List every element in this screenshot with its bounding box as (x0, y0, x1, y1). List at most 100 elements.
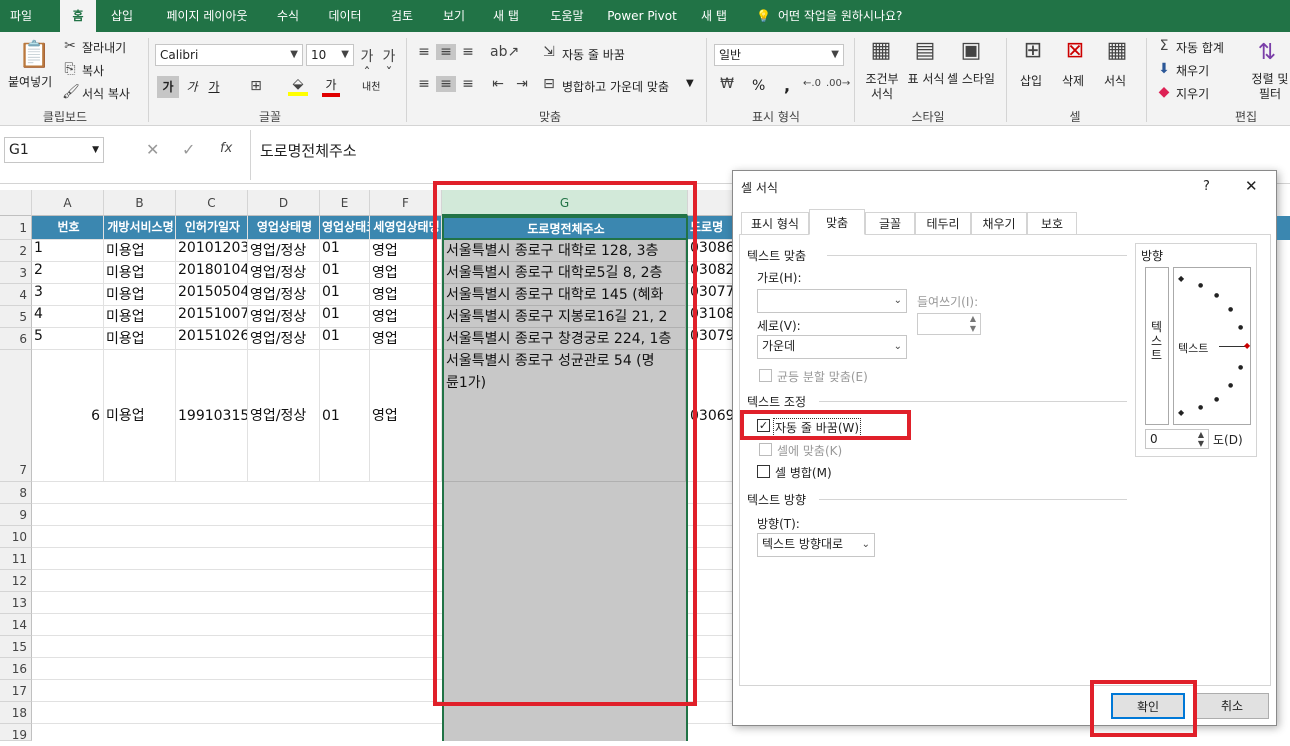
chevron-down-icon[interactable]: ▼ (686, 78, 694, 89)
empty-cells[interactable] (32, 482, 442, 741)
row-header[interactable]: 1 (0, 216, 32, 240)
phonetic-button[interactable]: 내천 (362, 78, 380, 93)
italic-button[interactable]: 가 (182, 76, 202, 98)
row-header[interactable]: 10 (0, 526, 32, 548)
font-size-combo[interactable]: 10 ▼ (306, 44, 354, 66)
table-cell[interactable]: 2 (32, 262, 104, 284)
cancel-formula-icon[interactable]: ✕ (146, 140, 159, 159)
tab-number[interactable]: 표시 형식 (741, 212, 809, 234)
indent-spinner[interactable]: ▲ ▼ (917, 313, 981, 335)
table-cell[interactable]: 4 (32, 306, 104, 328)
fill-button[interactable]: 채우기 (1176, 62, 1209, 79)
direction-select[interactable]: 텍스트 방향대로 ⌄ (757, 533, 875, 557)
cell-style-button[interactable]: 셀 스타일 (946, 72, 996, 87)
table-cell[interactable]: 01 (320, 306, 370, 328)
border-icon[interactable]: ⊞ (246, 78, 266, 94)
table-cell[interactable]: 미용업 (104, 306, 176, 328)
table-cell[interactable]: 영업/정상 (248, 240, 320, 262)
format-painter-button[interactable]: 서식 복사 (82, 85, 130, 102)
table-cell[interactable]: 20150504 (176, 284, 248, 306)
tab-formulas[interactable]: 수식 (270, 0, 306, 32)
enter-formula-icon[interactable]: ✓ (182, 140, 195, 159)
font-name-combo[interactable]: Calibri ▼ (155, 44, 303, 66)
shrink-font-icon[interactable]: 가ˇ (380, 46, 398, 82)
table-cell[interactable]: 영업 (370, 262, 442, 284)
align-top-icon[interactable]: ≡ (414, 44, 434, 60)
row-header[interactable]: 12 (0, 570, 32, 592)
degrees-spinner[interactable]: 0 ▲ ▼ (1145, 429, 1209, 449)
tab-data[interactable]: 데이터 (320, 0, 370, 32)
table-cell[interactable]: 영업/정상 (248, 328, 320, 350)
table-cell[interactable]: 영업 (370, 328, 442, 350)
row-header[interactable]: 11 (0, 548, 32, 570)
close-button[interactable]: ✕ (1245, 177, 1258, 195)
table-cell[interactable]: 01 (320, 262, 370, 284)
horizontal-select[interactable]: ⌄ (757, 289, 907, 313)
table-cell[interactable]: 영업/정상 (248, 306, 320, 328)
table-cell[interactable]: 20151026 (176, 328, 248, 350)
table-cell[interactable]: 3 (32, 284, 104, 306)
number-format-combo[interactable]: 일반 ▼ (714, 44, 844, 66)
header-cell[interactable]: 인허가일자 (176, 216, 248, 240)
table-cell[interactable]: 1 (32, 240, 104, 262)
column-header-d[interactable]: D (248, 190, 320, 216)
row-header[interactable]: 7 (0, 350, 32, 482)
copy-button[interactable]: 복사 (82, 62, 104, 79)
header-cell[interactable]: 영업상태코드 (320, 216, 370, 240)
table-cell[interactable]: 미용업 (104, 350, 176, 482)
paste-button[interactable]: 붙여넣기 (8, 73, 52, 90)
justify-distributed-checkbox[interactable] (759, 369, 772, 382)
table-cell[interactable]: 영업 (370, 306, 442, 328)
column-header-b[interactable]: B (104, 190, 176, 216)
cut-button[interactable]: 잘라내기 (82, 39, 126, 56)
help-button[interactable]: ? (1203, 179, 1210, 194)
table-cell[interactable]: 01 (320, 350, 370, 482)
row-header[interactable]: 13 (0, 592, 32, 614)
tab-file[interactable]: 파일 (4, 0, 38, 32)
tell-me-search[interactable]: 어떤 작업을 원하시나요? (778, 0, 928, 32)
table-cell[interactable]: 01 (320, 240, 370, 262)
tab-home[interactable]: 홈 (60, 0, 96, 32)
tab-power-pivot[interactable]: Power Pivot (604, 0, 680, 32)
align-middle-icon[interactable]: ≡ (436, 44, 456, 60)
header-cell[interactable]: 개방서비스명 (104, 216, 176, 240)
table-cell[interactable]: 미용업 (104, 262, 176, 284)
merge-cells-checkbox[interactable] (757, 465, 770, 478)
table-cell[interactable]: 미용업 (104, 284, 176, 306)
underline-button[interactable]: 가 (204, 76, 224, 98)
table-cell[interactable]: 19910315 (176, 350, 248, 482)
paste-icon[interactable]: 📋 (18, 40, 50, 70)
merge-center-button[interactable]: 병합하고 가운데 맞춤 (562, 78, 669, 95)
row-header[interactable]: 14 (0, 614, 32, 636)
row-header[interactable]: 18 (0, 702, 32, 724)
insert-function-button[interactable]: fx (220, 141, 232, 156)
table-cell[interactable]: 5 (32, 328, 104, 350)
increase-indent-icon[interactable]: ⇥ (512, 76, 532, 92)
decrease-decimal-icon[interactable]: .00→ (826, 78, 850, 89)
header-cell[interactable]: 세영업상태명 (370, 216, 442, 240)
table-cell[interactable]: 6 (32, 350, 104, 482)
row-header[interactable]: 6 (0, 328, 32, 350)
fill-color-icon[interactable]: ⬙ (288, 76, 308, 96)
table-cell[interactable]: 20101203 (176, 240, 248, 262)
vertical-text-box[interactable]: 텍스트 (1145, 267, 1169, 425)
row-header[interactable]: 3 (0, 262, 32, 284)
table-cell[interactable]: 영업 (370, 240, 442, 262)
grow-font-icon[interactable]: 가ˆ (358, 46, 376, 82)
vertical-select[interactable]: 가운데 ⌄ (757, 335, 907, 359)
header-cell[interactable]: 번호 (32, 216, 104, 240)
table-cell[interactable]: 영업/정상 (248, 350, 320, 482)
insert-cells-button[interactable]: 삽입 (1020, 72, 1042, 89)
bold-button[interactable]: 가 (157, 76, 179, 98)
tab-page-layout[interactable]: 페이지 레이아웃 (154, 0, 260, 32)
table-cell[interactable]: 01 (320, 328, 370, 350)
format-cells-button[interactable]: 서식 (1104, 72, 1126, 89)
percent-button[interactable]: % (752, 78, 765, 94)
increase-decimal-icon[interactable]: ←.0 (802, 78, 822, 89)
tab-insert[interactable]: 삽입 (104, 0, 140, 32)
name-box[interactable]: G1 ▼ (4, 137, 104, 163)
column-header-a[interactable]: A (32, 190, 104, 216)
wrap-text-button[interactable]: 자동 줄 바꿈 (562, 46, 625, 63)
decrease-indent-icon[interactable]: ⇤ (488, 76, 508, 92)
orientation-icon[interactable]: ab↗ (490, 44, 519, 60)
